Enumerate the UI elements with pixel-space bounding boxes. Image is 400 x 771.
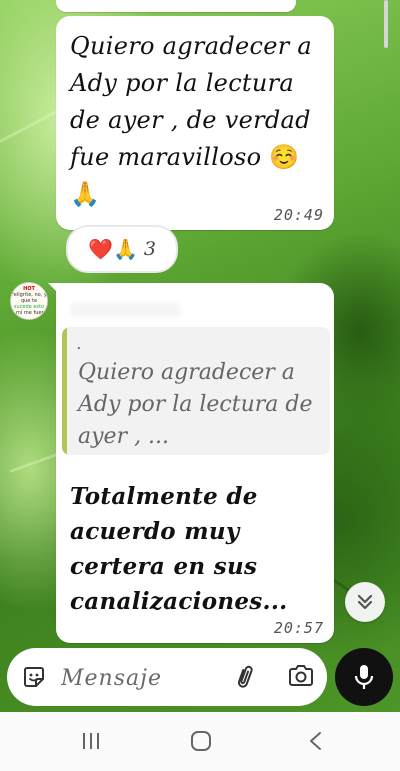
reaction-count: 3 [143, 238, 156, 260]
previous-message-bubble[interactable] [56, 0, 296, 12]
smiling-face-emoji: ☺️ [269, 143, 300, 171]
sticker-icon[interactable] [21, 664, 47, 690]
camera-icon[interactable] [287, 664, 315, 688]
message-bubble[interactable]: Quiero agradecer a Ady por la lectura de… [56, 16, 334, 230]
quoted-text: Quiero agradecer a Ady por la lectura de… [78, 360, 313, 449]
quote-accent-bar [62, 327, 67, 455]
scroll-to-bottom-button[interactable] [345, 582, 385, 622]
recent-apps-icon[interactable] [80, 730, 102, 752]
quoted-author: . [76, 333, 82, 354]
system-navigation-bar [0, 712, 400, 771]
back-icon[interactable] [305, 730, 327, 752]
message-text: Quiero agradecer a Ady por la lectura de… [70, 32, 313, 208]
microphone-icon [354, 665, 374, 689]
message-input[interactable] [59, 658, 233, 698]
double-chevron-down-icon [357, 594, 373, 610]
reply-message-bubble[interactable]: . Quiero agradecer a Ady por la lectura … [48, 283, 334, 643]
home-icon[interactable] [190, 730, 212, 752]
sender-name [70, 303, 180, 317]
folded-hands-emoji: 🙏 [70, 180, 101, 208]
avatar[interactable]: HOT Felígrite, no, y que te sucede esto … [10, 282, 48, 320]
message-text: Totalmente de acuerdo muy certera en sus… [70, 483, 288, 615]
message-reactions[interactable]: ❤️🙏 3 [66, 225, 178, 273]
message-timestamp: 20:57 [273, 619, 324, 637]
message-timestamp: 20:49 [273, 206, 324, 224]
quoted-message[interactable]: . Quiero agradecer a Ady por la lectura … [62, 327, 330, 455]
reaction-emojis: ❤️🙏 [88, 237, 138, 261]
scrollbar[interactable] [384, 0, 388, 48]
message-composer [7, 648, 327, 706]
voice-message-button[interactable] [335, 648, 393, 706]
paperclip-icon[interactable] [235, 663, 255, 691]
